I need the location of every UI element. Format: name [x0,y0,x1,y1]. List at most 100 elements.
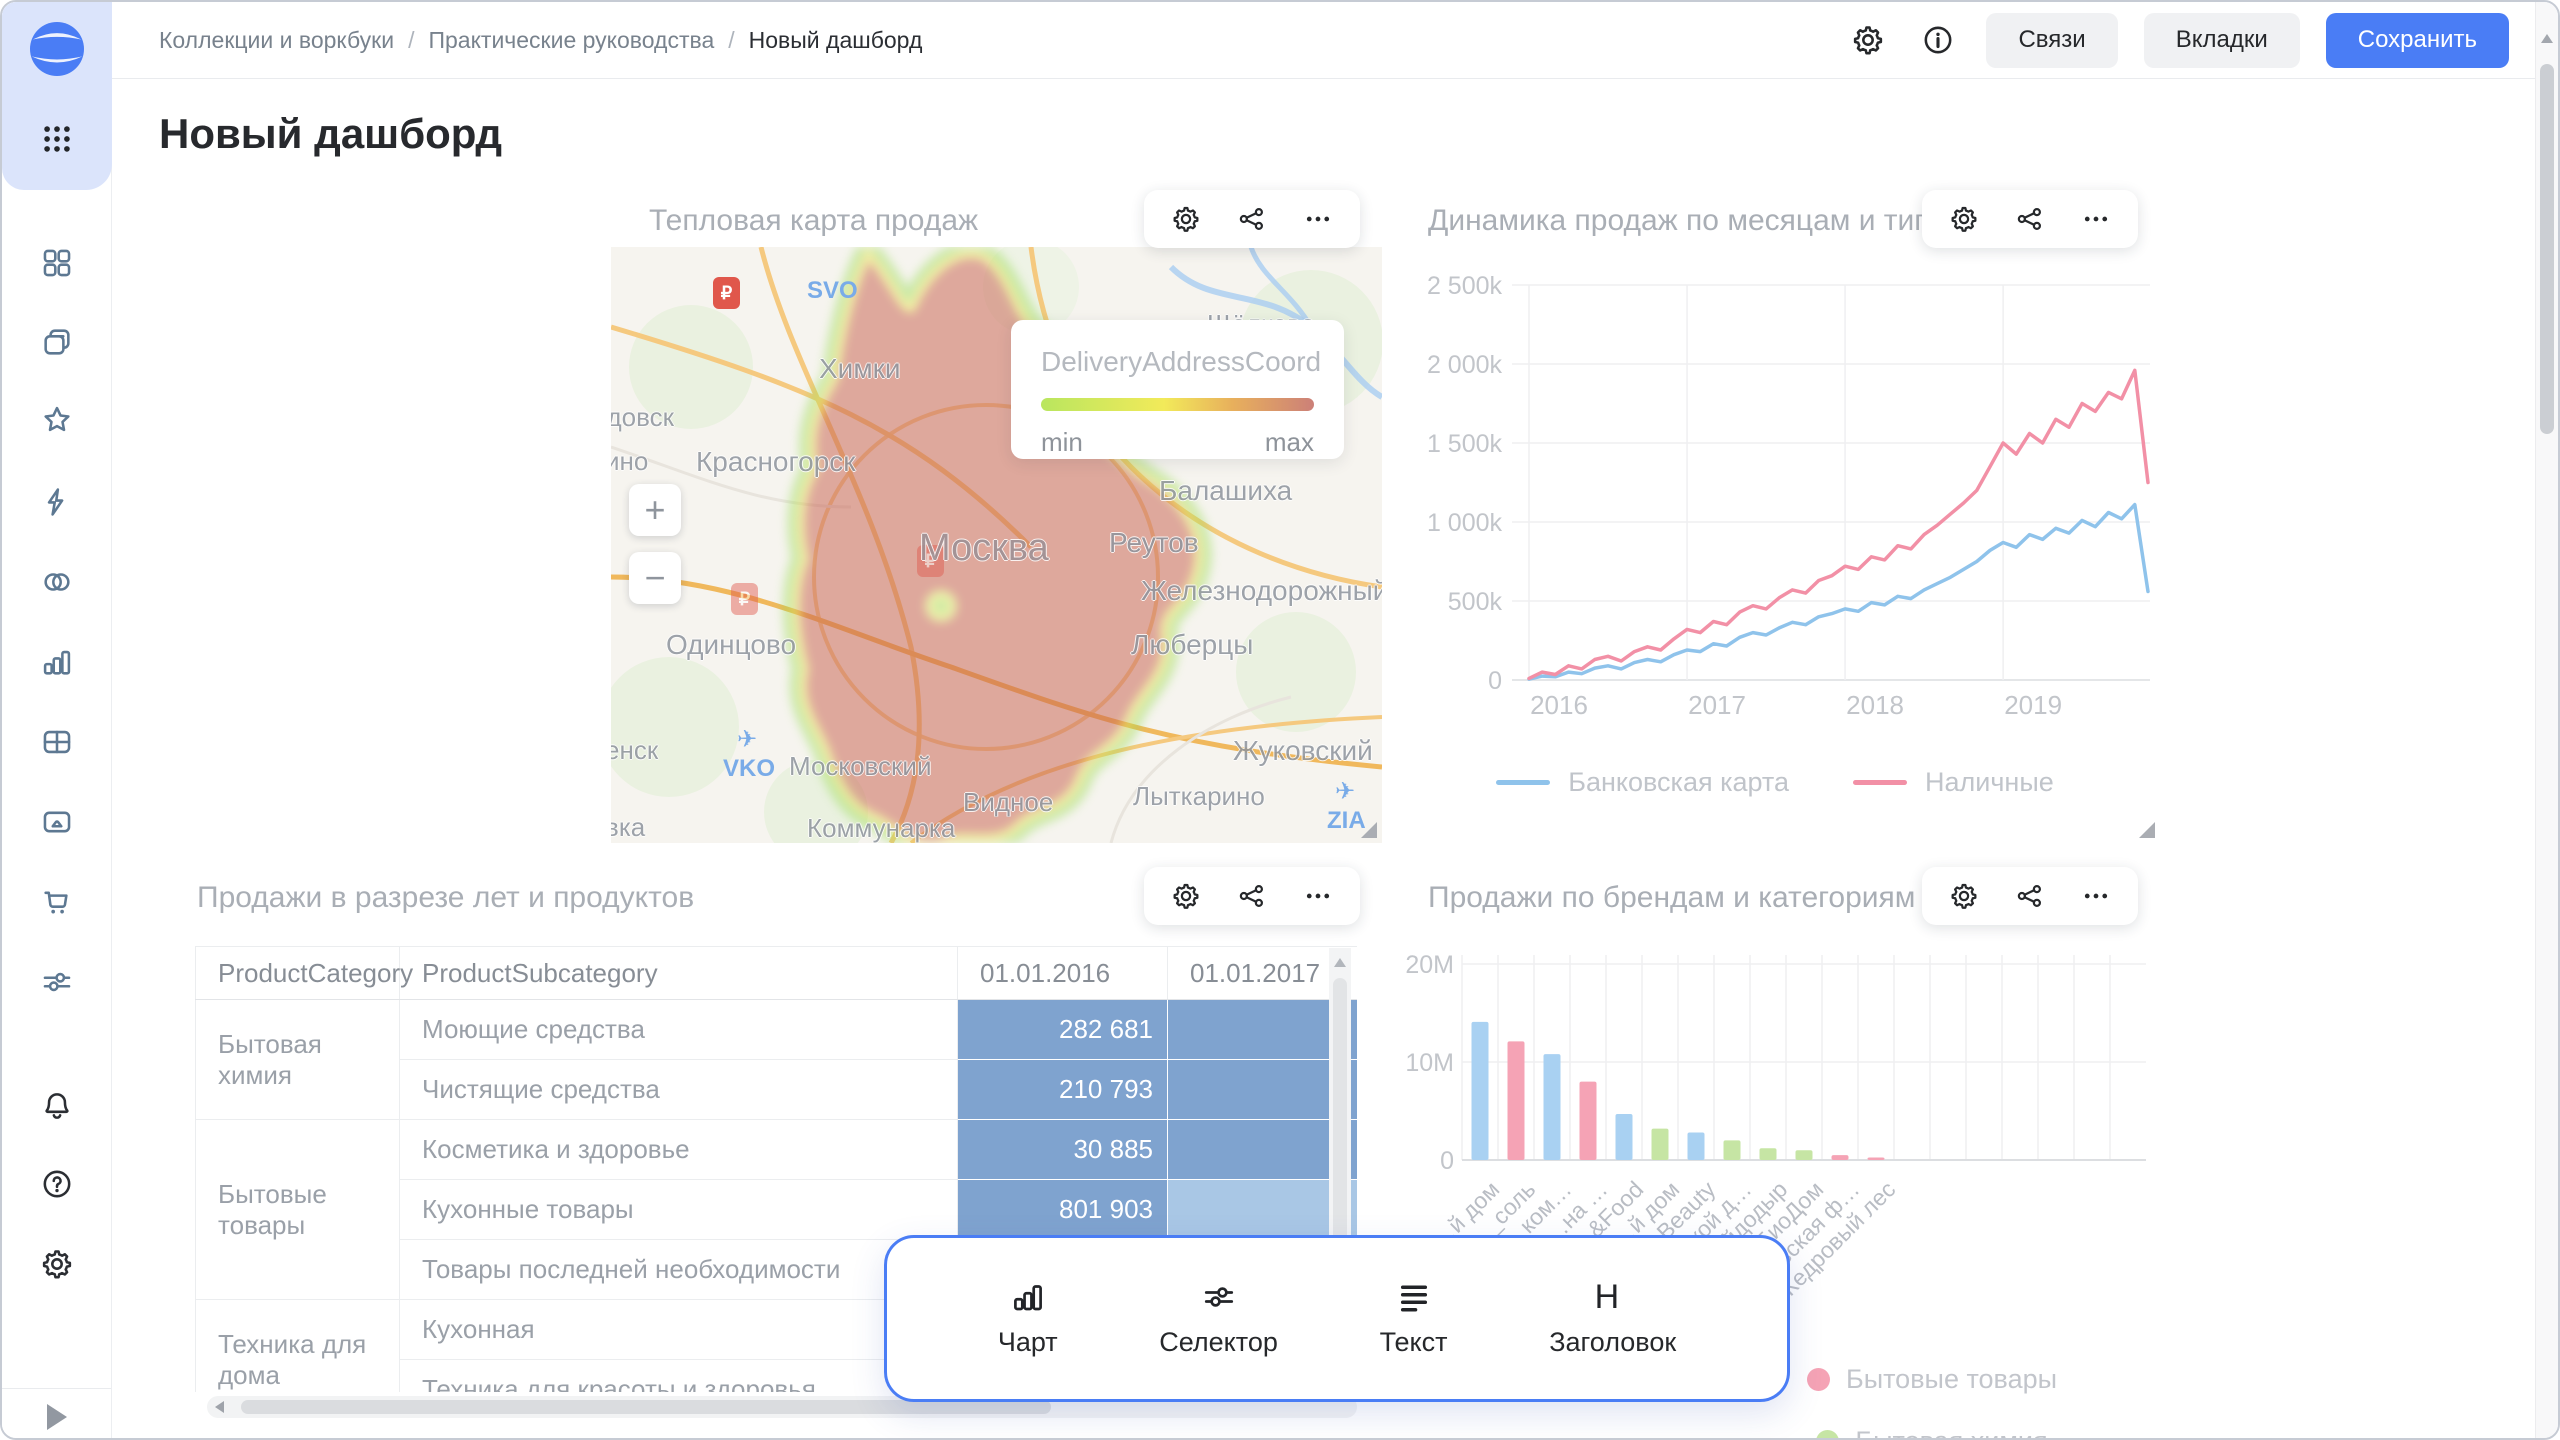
plane-icon: ✈ [737,725,757,754]
map-city-label: енск [611,735,658,766]
breadcrumb-item[interactable]: Коллекции и воркбуки [159,27,394,54]
dashboard-settings-button[interactable] [1846,18,1890,62]
widget-links-button[interactable] [2014,203,2046,235]
widget-more-button[interactable] [1302,880,1334,912]
save-button[interactable]: Сохранить [2326,13,2509,68]
add-widget-panel: Чарт Селектор Текст HЗаголовок [884,1235,1790,1402]
map-zoom-out-button[interactable]: − [629,552,681,604]
table-cell-value: 282 681 [958,1000,1168,1060]
table-column-header[interactable]: 01.01.2016 [958,947,1168,1000]
sidebar-item-settings[interactable] [35,1242,79,1286]
squares-icon [40,246,74,280]
map-zoom-in-button[interactable]: + [629,484,681,536]
scrollbar-thumb[interactable] [241,1400,1051,1414]
widget-links-button[interactable] [2014,880,2046,912]
sidebar-expand-button[interactable] [35,1400,79,1434]
sidebar-item-dashboards[interactable] [35,720,79,764]
sidebar-item-collections[interactable] [35,320,79,364]
breadcrumb-item[interactable]: Практические руководства [428,27,714,54]
sidebar-item-editor[interactable] [35,480,79,524]
widget-settings-button[interactable] [1170,880,1202,912]
widget-settings-button[interactable] [1948,203,1980,235]
text-icon [1396,1279,1432,1315]
map-city-label: Лыткарино [1133,781,1265,812]
scroll-up-icon [2541,34,2553,43]
table-cell-subcategory: Товары последней необходимости [400,1240,958,1300]
map-city-label: Жуковский [1233,735,1373,767]
svg-text:2 000k: 2 000k [1427,351,1503,379]
map-city-label: ино [611,446,648,477]
ellipsis-icon [1303,881,1333,911]
sidebar-item-connections[interactable] [35,560,79,604]
gear-icon [1171,881,1201,911]
sidebar-item-services[interactable] [35,960,79,1004]
table-column-header[interactable]: ProductCategory [196,947,400,1000]
widget-more-button[interactable] [1302,203,1334,235]
page-title: Новый дашборд [159,110,502,158]
sidebar-item-gallery[interactable] [35,800,79,844]
share-icon [1237,204,1267,234]
add-title-button[interactable]: HЗаголовок [1549,1279,1676,1358]
sidebar-item-charts[interactable] [35,640,79,684]
apps-grid-button[interactable] [35,117,79,161]
widget-links-button[interactable] [1236,880,1268,912]
legend-item[interactable]: Наличные [1853,767,2054,798]
share-icon [2015,204,2045,234]
add-text-button[interactable]: Текст [1380,1279,1448,1358]
map-city-label: Химки [819,353,900,385]
collections-icon [40,325,74,359]
table-cell-subcategory: Кухонная [400,1300,958,1360]
map-ruble-marker: ₽ [713,277,740,309]
play-icon [47,1404,67,1430]
table-cell-subcategory: Кухонные товары [400,1180,958,1240]
sidebar-item-navigation[interactable] [35,241,79,285]
add-selector-button[interactable]: Селектор [1159,1279,1278,1358]
map-city-label: Одинцово [666,629,796,661]
dashboard-info-button[interactable] [1916,18,1960,62]
map-city-label: Москва [919,527,1049,570]
table-cell-category: Бытовые товары [196,1120,400,1300]
map-city-label: Реутов [1109,527,1199,559]
window-scrollbar[interactable] [2535,2,2558,1438]
breadcrumb: Коллекции и воркбуки / Практические руково… [159,27,1846,54]
cart-icon [40,885,74,919]
widget-more-button[interactable] [2080,880,2112,912]
sidebar-item-notifications[interactable] [35,1084,79,1128]
sidebar-item-favorites[interactable] [35,398,79,442]
legend-max-label: max [1265,427,1314,458]
widget-toolbar [1144,190,1360,248]
widget-settings-button[interactable] [1948,880,1980,912]
map-airport-label: ZIA [1327,807,1366,835]
legend-dot [1807,1368,1830,1391]
widget-title: Тепловая карта продаж [649,204,978,238]
widget-title: Продажи в разрезе лет и продуктов [197,881,694,915]
widget-more-button[interactable] [2080,203,2112,235]
share-icon [1237,881,1267,911]
widget-title: Динамика продаж по месяцам и типам [1428,204,1968,238]
map-city-label: Железнодорожный [1141,575,1382,607]
legend-item[interactable]: Банковская карта [1496,767,1789,798]
add-chart-button[interactable]: Чарт [998,1279,1058,1358]
breadcrumb-separator: / [728,27,734,54]
circles-icon [40,565,74,599]
sidebar-item-help[interactable] [35,1162,79,1206]
sidebar-item-marketplace[interactable] [35,880,79,924]
table-column-header[interactable]: ProductSubcategory [400,947,958,1000]
table-cell-category: Техника для дома [196,1300,400,1393]
share-icon [2015,881,2045,911]
scrollbar-thumb[interactable] [2540,64,2554,434]
map-airport-label: SVO [807,277,858,305]
links-button[interactable]: Связи [1986,13,2117,68]
apps-grid-icon [40,122,74,156]
chart-icon [1010,1279,1046,1315]
datalens-logo[interactable] [30,22,84,76]
tabs-button[interactable]: Вкладки [2144,13,2300,68]
widget-resize-handle[interactable] [2139,822,2155,838]
bar-chart-legend-item: Бытовая химия [1702,1426,2162,1440]
legend-swatch [1496,780,1550,785]
bar-chart: 20M10M0 [1402,947,2160,1202]
map-canvas[interactable]: ХимкиЩёлковоДедовскиноКрасногорскБалаших… [611,247,1382,843]
widget-settings-button[interactable] [1170,203,1202,235]
map-city-label: Люберцы [1131,629,1253,661]
widget-links-button[interactable] [1236,203,1268,235]
